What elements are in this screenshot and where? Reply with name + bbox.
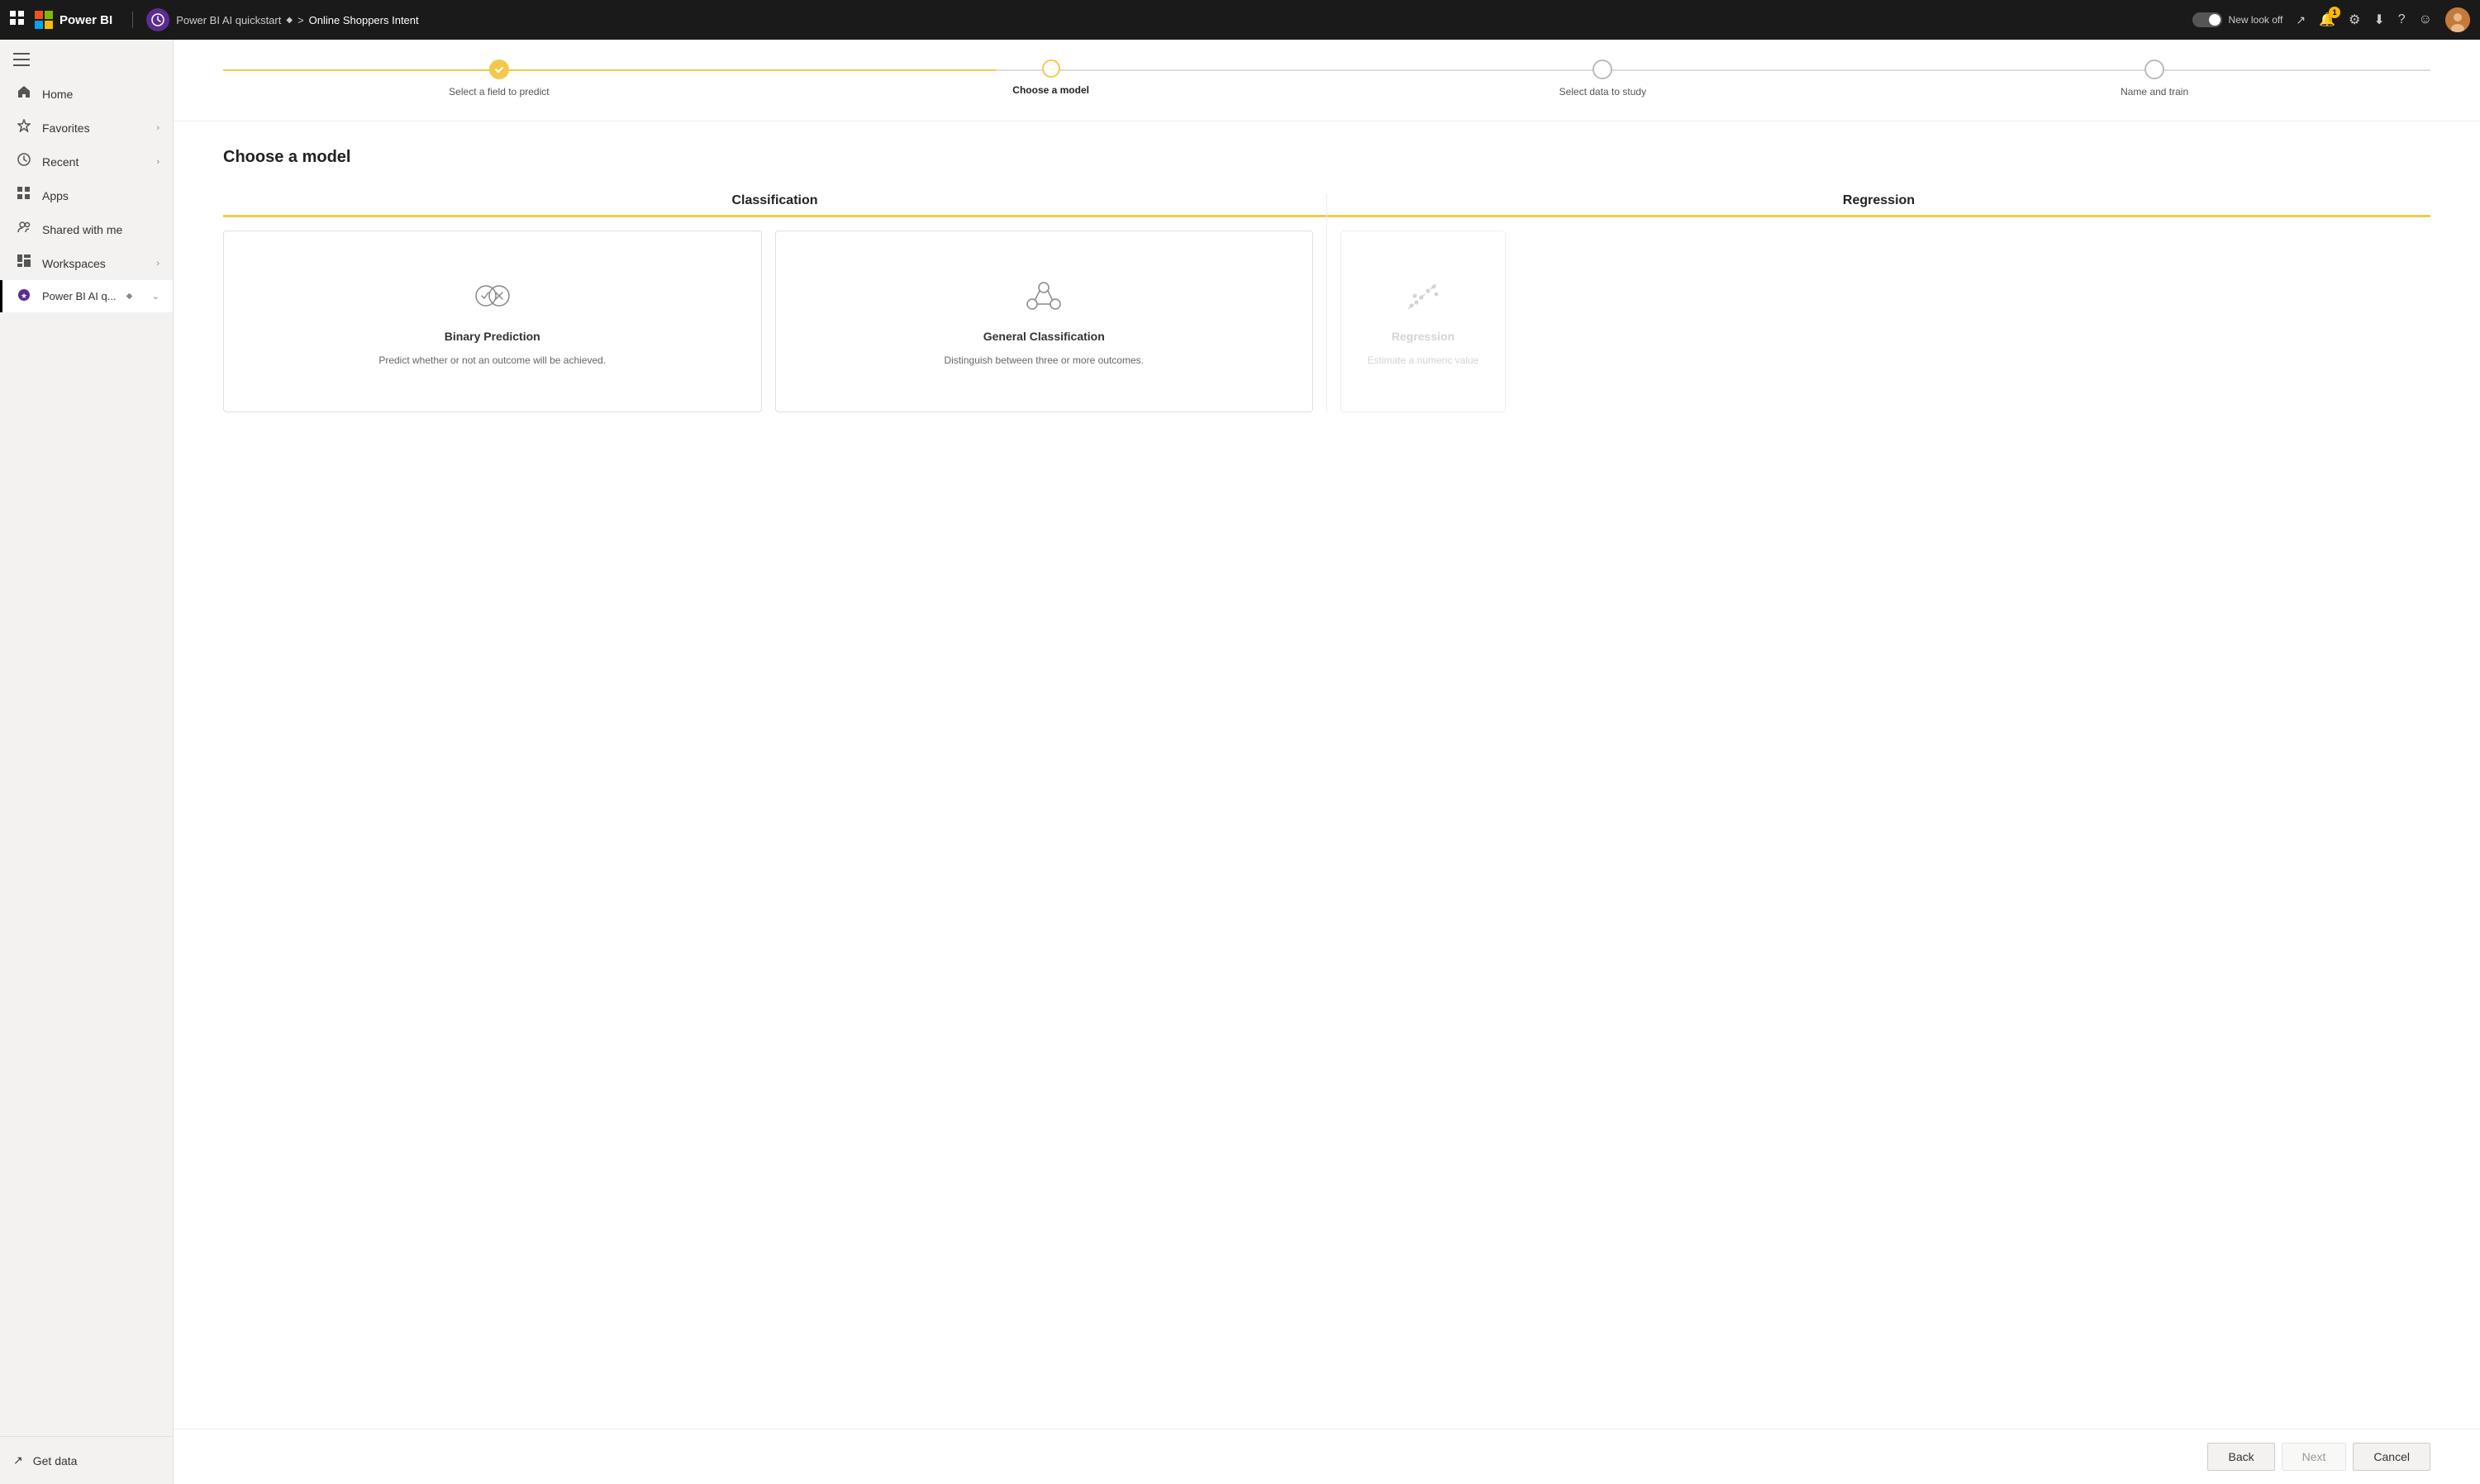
notification-icon[interactable]: 🔔 1 <box>2319 12 2335 28</box>
new-look-toggle[interactable] <box>2192 12 2222 27</box>
classification-cards: Binary Prediction Predict whether or not… <box>223 231 1326 412</box>
step-1-label: Select a field to predict <box>449 86 549 98</box>
step-2: Choose a model <box>775 59 1327 98</box>
sidebar-item-favorites[interactable]: Favorites › <box>0 111 173 145</box>
breadcrumb: Power BI AI quickstart ◆ > Online Shoppe… <box>176 14 418 26</box>
sidebar-item-workspaces[interactable]: Workspaces › <box>0 246 173 280</box>
page-footer: Back Next Cancel <box>174 1429 2480 1484</box>
sidebar-label-favorites: Favorites <box>42 121 90 135</box>
regression-section: Regression <box>1327 193 2430 412</box>
workspace-active-icon: ★ <box>16 288 32 304</box>
page-body: Choose a model Classification <box>174 121 2480 1429</box>
notification-badge: 1 <box>2329 7 2340 18</box>
regression-desc: Estimate a numeric value <box>1368 353 1479 368</box>
classification-section: Classification <box>223 193 1327 412</box>
step-3: Select data to study <box>1327 59 1879 98</box>
classification-header: Classification <box>223 193 1326 217</box>
sidebar-bottom: ↗ Get data <box>0 1436 173 1484</box>
regression-icon <box>1405 275 1441 316</box>
model-sections: Classification <box>223 193 2430 412</box>
recent-icon <box>16 153 32 170</box>
topnav-right: New look off ↗ 🔔 1 ⚙ ⬇ ? ☺ <box>2192 7 2470 32</box>
step-3-label: Select data to study <box>1559 86 1646 98</box>
breadcrumb-sep: > <box>298 14 304 26</box>
sidebar-item-home[interactable]: Home <box>0 77 173 111</box>
microsoft-logo <box>35 11 53 29</box>
powerbi-brand: Power BI <box>60 13 112 27</box>
diamond-icon: ◆ <box>286 16 293 25</box>
workspace-active-label: Power BI AI q... <box>42 290 117 302</box>
favorites-arrow-icon: › <box>156 123 159 133</box>
avatar[interactable] <box>2445 7 2470 32</box>
favorites-icon <box>16 119 32 136</box>
apps-icon <box>16 187 32 204</box>
toggle-knob <box>2209 14 2221 26</box>
feedback-icon[interactable]: ☺ <box>2419 12 2432 27</box>
sidebar-toggle[interactable] <box>0 46 173 77</box>
svg-text:★: ★ <box>21 292 27 300</box>
app-grid-icon[interactable] <box>10 11 25 30</box>
sidebar-item-shared[interactable]: Shared with me <box>0 212 173 246</box>
back-button[interactable]: Back <box>2207 1443 2274 1471</box>
sidebar-item-apps[interactable]: Apps <box>0 178 173 212</box>
help-icon[interactable]: ? <box>2398 12 2406 27</box>
stepper-steps: Select a field to predict Choose a model… <box>223 59 2430 98</box>
expand-icon[interactable]: ↗ <box>2296 13 2306 27</box>
sidebar-item-recent[interactable]: Recent › <box>0 145 173 178</box>
stepper-track: Select a field to predict Choose a model… <box>223 59 2430 98</box>
regression-title: Regression <box>1392 330 1454 343</box>
workspace-chevron-icon[interactable]: ⌄ <box>152 291 159 302</box>
sidebar-label-apps: Apps <box>42 189 69 202</box>
binary-prediction-card[interactable]: Binary Prediction Predict whether or not… <box>223 231 762 412</box>
new-look-toggle-container[interactable]: New look off <box>2192 12 2283 27</box>
stepper: Select a field to predict Choose a model… <box>174 40 2480 121</box>
get-data-item[interactable]: ↗ Get data <box>13 1447 159 1474</box>
sidebar-label-recent: Recent <box>42 155 79 169</box>
general-desc: Distinguish between three or more outcom… <box>945 353 1144 368</box>
step-1-circle <box>489 59 509 79</box>
regression-cards: Regression Estimate a numeric value <box>1327 231 2430 412</box>
next-button[interactable]: Next <box>2282 1443 2347 1471</box>
binary-icon <box>474 275 511 316</box>
step-3-circle <box>1592 59 1612 79</box>
cancel-button[interactable]: Cancel <box>2353 1443 2430 1471</box>
workspace-diamond-icon: ◆ <box>126 292 133 301</box>
step-2-label: Choose a model <box>1012 84 1089 96</box>
step-1: Select a field to predict <box>223 59 775 98</box>
general-title: General Classification <box>983 330 1105 343</box>
general-classification-card[interactable]: General Classification Distinguish betwe… <box>775 231 1314 412</box>
regression-card: Regression Estimate a numeric value <box>1340 231 1506 412</box>
shared-icon <box>16 221 32 238</box>
step-4-label: Name and train <box>2121 86 2188 98</box>
general-icon <box>1026 275 1062 316</box>
workspace-icon <box>146 8 169 31</box>
sidebar-label-shared: Shared with me <box>42 223 122 236</box>
main-layout: Home Favorites › Recent › Apps <box>0 40 2480 1484</box>
regression-header: Regression <box>1327 193 2430 217</box>
new-look-label: New look off <box>2229 14 2283 26</box>
binary-title: Binary Prediction <box>445 330 540 343</box>
get-data-label: Get data <box>33 1454 78 1467</box>
sidebar-label-home: Home <box>42 88 73 101</box>
step-2-circle <box>1042 59 1060 78</box>
current-page: Online Shoppers Intent <box>309 14 419 26</box>
settings-icon[interactable]: ⚙ <box>2349 12 2360 28</box>
page-title: Choose a model <box>223 148 2430 167</box>
binary-desc: Predict whether or not an outcome will b… <box>378 353 606 368</box>
sidebar-item-workspace-active[interactable]: ★ Power BI AI q... ◆ ⌄ <box>0 280 173 312</box>
top-navigation: Power BI Power BI AI quickstart ◆ > Onli… <box>0 0 2480 40</box>
step-4-circle <box>2144 59 2164 79</box>
home-icon <box>16 85 32 102</box>
recent-arrow-icon: › <box>156 157 159 167</box>
workspace-name[interactable]: Power BI AI quickstart <box>176 14 281 26</box>
download-icon[interactable]: ⬇ <box>2373 12 2384 28</box>
sidebar: Home Favorites › Recent › Apps <box>0 40 174 1484</box>
sidebar-label-workspaces: Workspaces <box>42 257 106 270</box>
content-area: Select a field to predict Choose a model… <box>174 40 2480 1484</box>
workspaces-icon <box>16 254 32 272</box>
step-4: Name and train <box>1878 59 2430 98</box>
get-data-icon: ↗ <box>13 1453 23 1467</box>
workspaces-arrow-icon: › <box>156 259 159 269</box>
nav-divider <box>132 12 133 28</box>
